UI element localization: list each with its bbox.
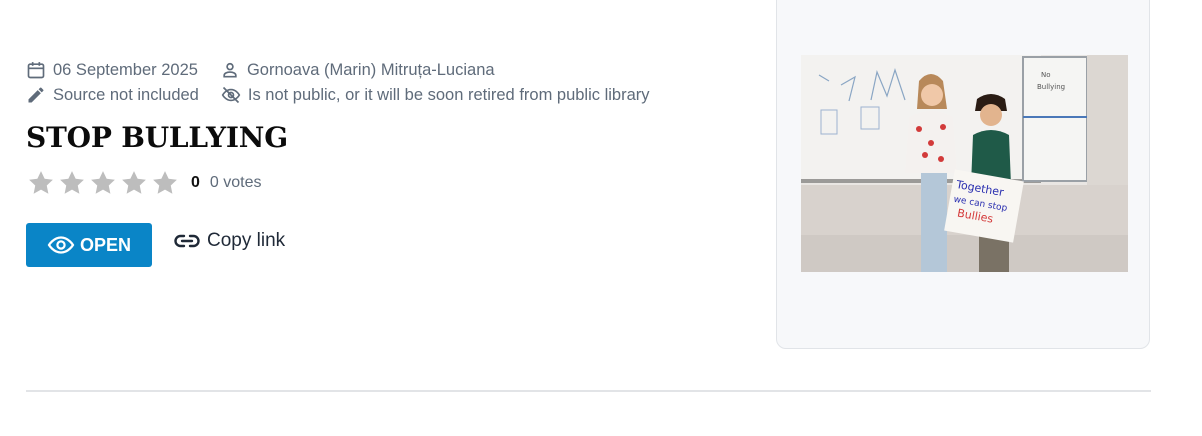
thumbnail-image[interactable]: No Bullying Together we can stop Bullies	[801, 55, 1128, 272]
star-icon[interactable]	[119, 168, 149, 198]
eye-icon	[47, 235, 75, 255]
open-button-label: OPEN	[79, 234, 131, 255]
author-text: Gornoava (Marin) Mitruța-Luciana	[246, 60, 495, 79]
visibility-text: Is not public, or it will be soon retire…	[247, 85, 650, 104]
page-title: STOP BULLYING	[26, 121, 288, 154]
meta-row-bottom: Source not included Is not public, or it…	[26, 85, 672, 105]
copy-link-label: Copy link	[207, 230, 286, 251]
star-icon[interactable]	[150, 168, 180, 198]
rating: 0 0 votes	[26, 168, 262, 198]
star-icon[interactable]	[88, 168, 118, 198]
star-icon[interactable]	[57, 168, 87, 198]
pencil-icon	[26, 85, 46, 105]
svg-text:No: No	[1041, 71, 1051, 79]
calendar-icon	[26, 60, 46, 80]
rating-score: 0	[191, 174, 200, 191]
source-meta: Source not included	[26, 85, 199, 105]
svg-text:Bullying: Bullying	[1037, 83, 1065, 91]
date-meta: 06 September 2025	[26, 60, 198, 80]
date-text: 06 September 2025	[53, 60, 198, 79]
source-text: Source not included	[53, 85, 199, 104]
star-rating	[26, 168, 181, 198]
eye-off-icon	[221, 85, 241, 105]
star-icon[interactable]	[26, 168, 56, 198]
person-icon	[220, 60, 240, 80]
copy-link-button[interactable]: Copy link	[173, 230, 285, 252]
meta-row-top: 06 September 2025 Gornoava (Marin) Mitru…	[26, 60, 517, 80]
thumbnail-illustration: No Bullying Together we can stop Bullies	[801, 55, 1128, 272]
open-button[interactable]: OPEN	[26, 223, 152, 267]
author-meta: Gornoava (Marin) Mitruța-Luciana	[220, 60, 495, 80]
section-divider	[26, 390, 1151, 392]
votes-count: 0 votes	[209, 174, 262, 191]
link-icon	[173, 231, 201, 251]
visibility-meta: Is not public, or it will be soon retire…	[221, 85, 650, 105]
